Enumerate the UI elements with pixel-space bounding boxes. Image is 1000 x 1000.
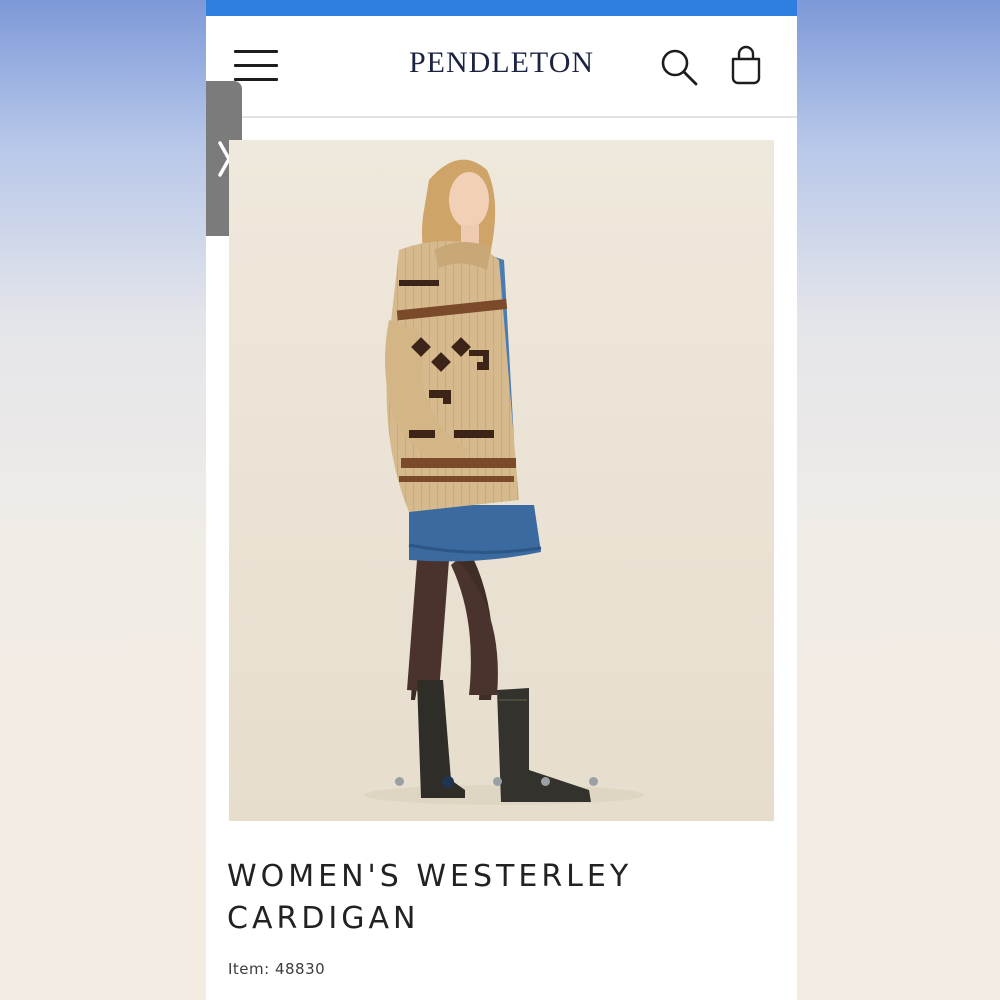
hamburger-menu-icon[interactable] xyxy=(234,50,278,82)
carousel-dot-4[interactable] xyxy=(541,777,550,786)
site-header: PENDLETON xyxy=(206,16,797,118)
product-title: WOMEN'S WESTERLEY CARDIGAN xyxy=(227,856,777,940)
brand-logo[interactable]: PENDLETON xyxy=(409,46,594,80)
background-right xyxy=(797,0,1000,1000)
search-icon[interactable] xyxy=(658,46,702,90)
brand-logo-wrap: PENDLETON xyxy=(206,46,797,80)
product-image[interactable] xyxy=(229,140,774,821)
product-title-line1: WOMEN'S WESTERLEY xyxy=(227,859,633,894)
carousel-dot-5[interactable] xyxy=(589,777,598,786)
product-photo-illustration xyxy=(229,140,774,821)
carousel-dot-2[interactable] xyxy=(442,776,454,788)
carousel-dot-3[interactable] xyxy=(493,777,502,786)
carousel-dot-1[interactable] xyxy=(395,777,404,786)
phone-screen: PENDLETON WOMEN'S WESTERLEY CARDIGAN Ite… xyxy=(206,0,797,1000)
status-bar xyxy=(206,0,797,16)
item-number: Item: 48830 xyxy=(228,960,326,978)
carousel-dots xyxy=(229,776,774,791)
screenshot-stage: PENDLETON WOMEN'S WESTERLEY CARDIGAN Ite… xyxy=(0,0,1000,1000)
shopping-bag-icon[interactable] xyxy=(728,44,764,88)
product-title-line2: CARDIGAN xyxy=(227,901,420,936)
background-left xyxy=(0,0,206,1000)
